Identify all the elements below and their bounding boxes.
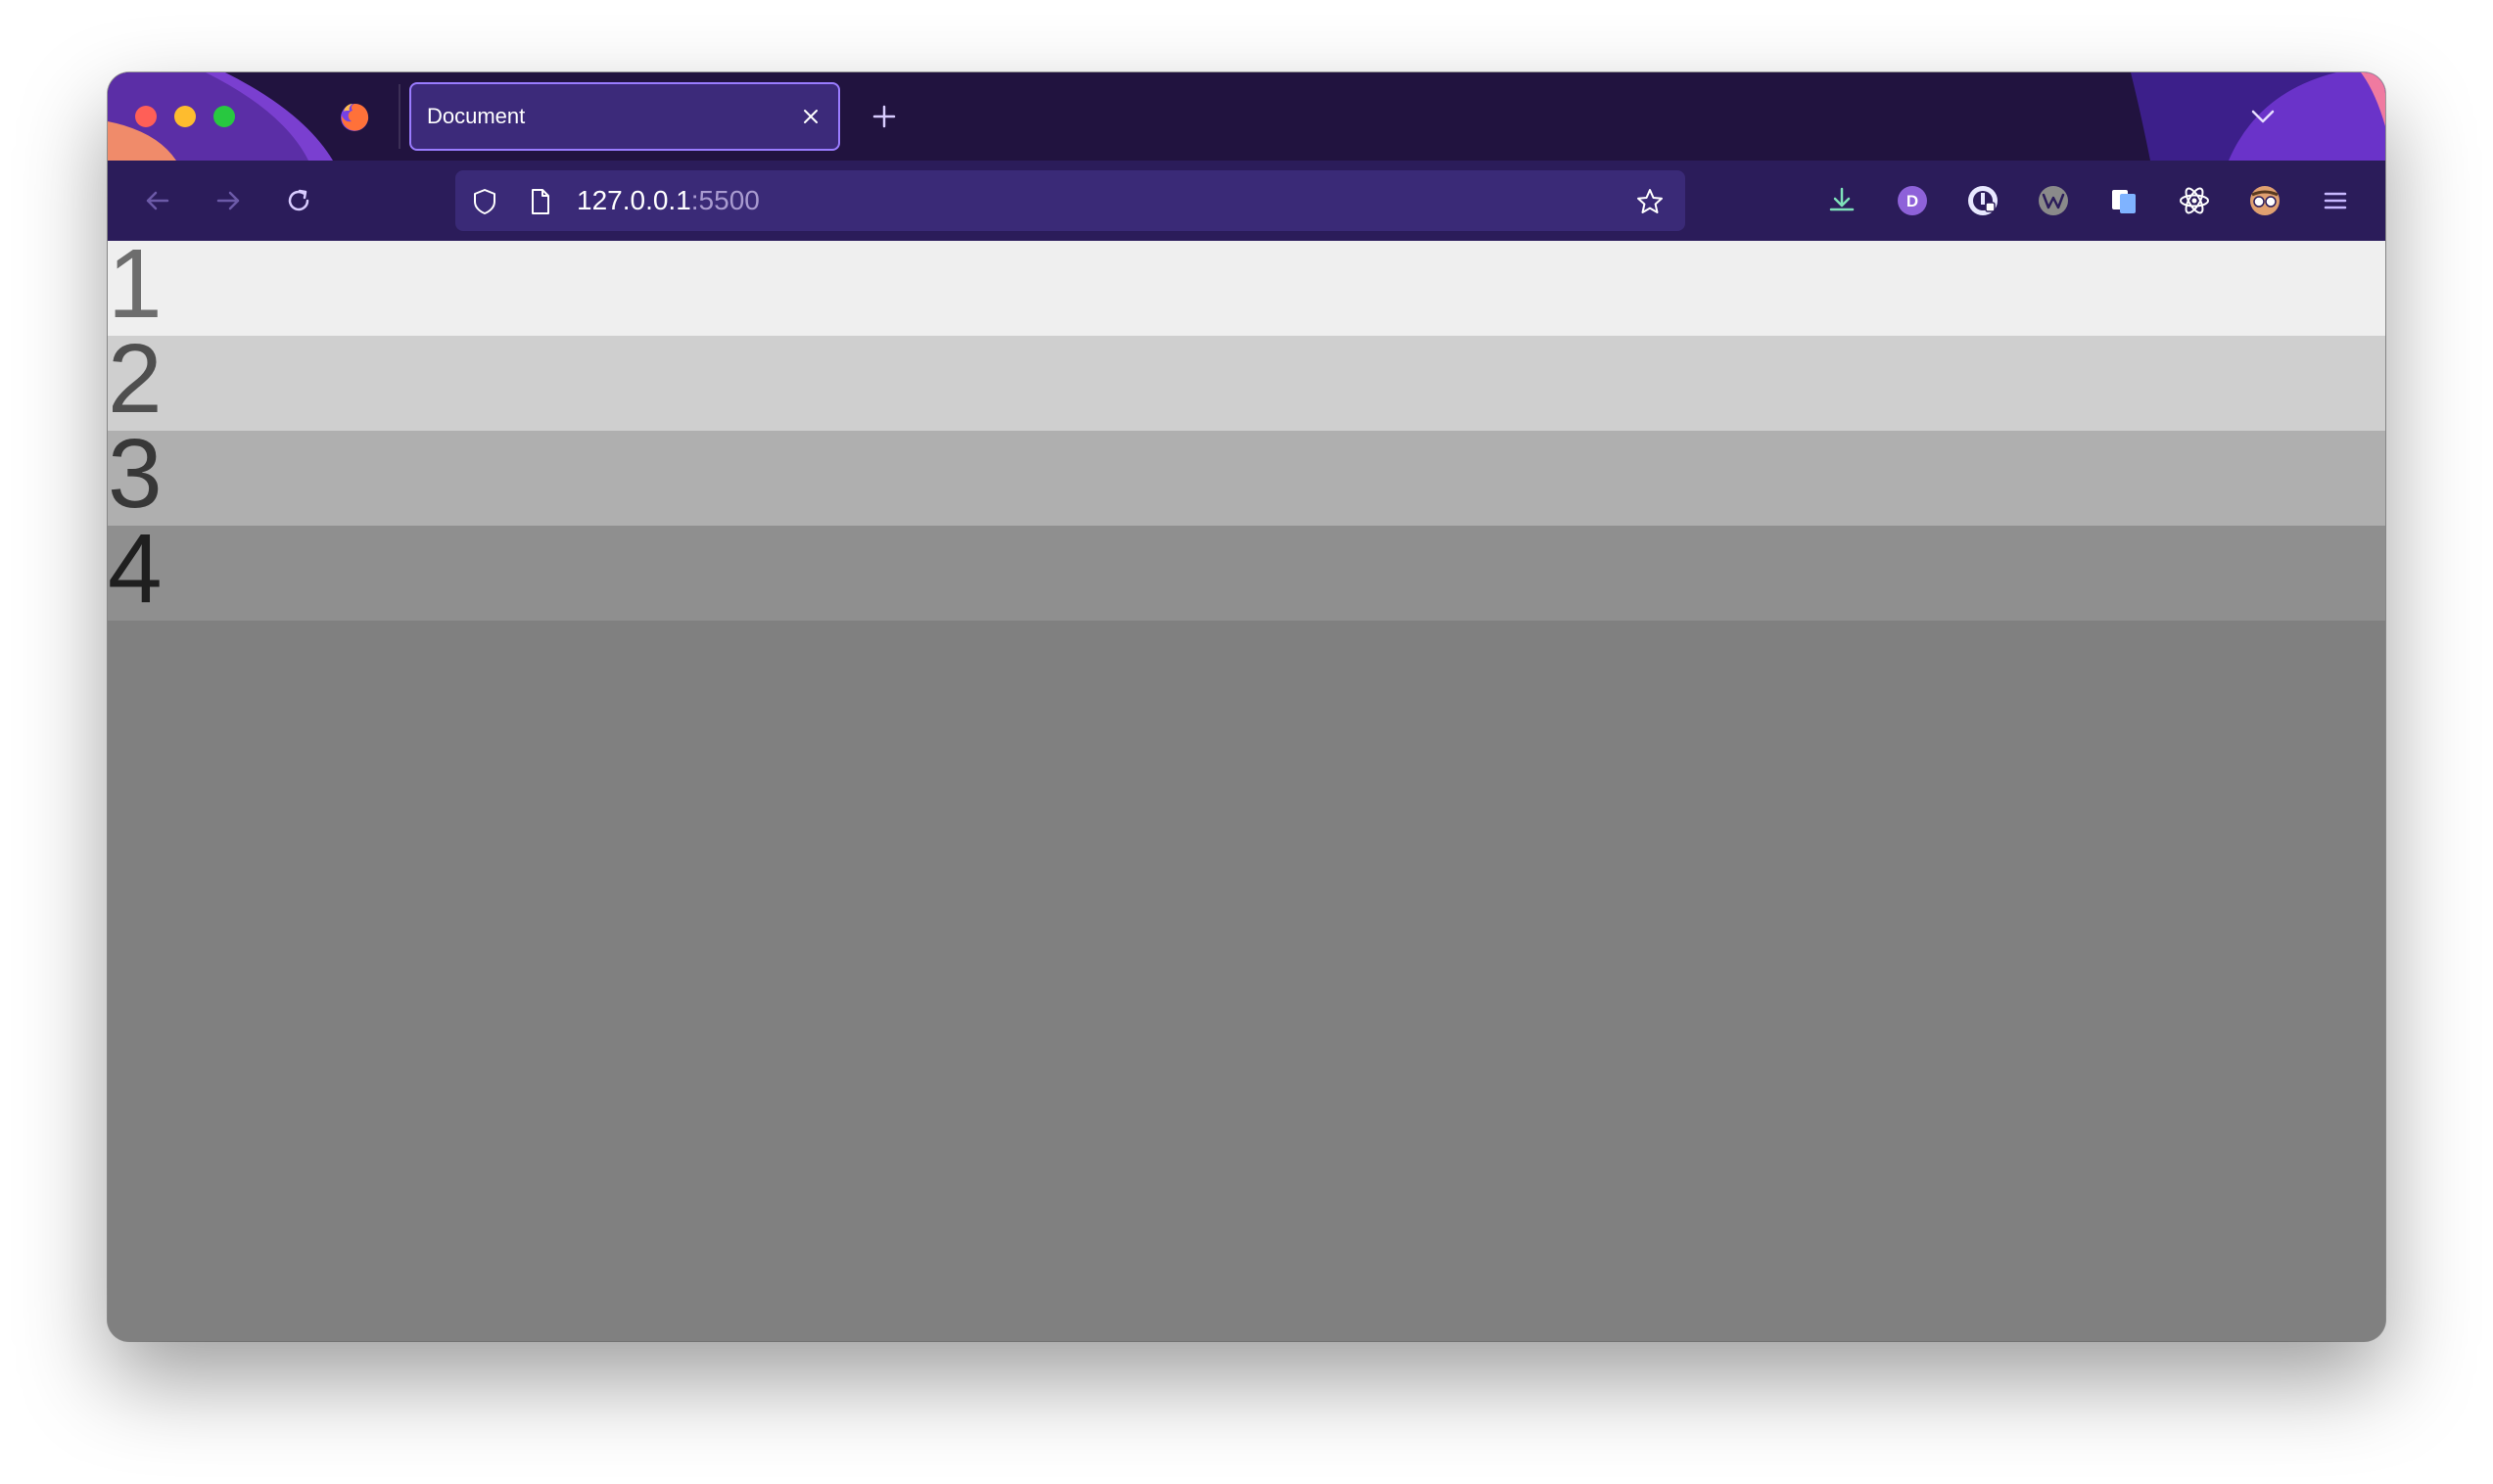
tab-title: Document [427,104,526,128]
extension-cards-icon[interactable] [2103,180,2144,221]
svg-text:D: D [1906,192,1918,210]
url-bar[interactable]: 127.0.0.1:5500 [455,170,1685,231]
extension-mask-icon[interactable] [2244,180,2285,221]
url-text[interactable]: 127.0.0.1:5500 [577,170,760,231]
reload-icon[interactable] [278,180,319,221]
nav-toolbar: 127.0.0.1:5500 D [108,161,2385,241]
extension-wave-icon[interactable] [2033,180,2074,221]
chevron-down-icon[interactable] [2244,98,2281,135]
plus-icon[interactable] [867,99,902,134]
row-number: 2 [108,336,163,431]
download-icon[interactable] [1821,180,1862,221]
minimize-window-button[interactable] [174,106,196,127]
page-content: 1 2 3 4 [108,241,2385,1341]
close-icon[interactable] [797,103,824,130]
arrow-right-icon[interactable] [208,180,249,221]
close-window-button[interactable] [135,106,157,127]
react-devtools-icon[interactable] [2174,180,2215,221]
url-host: 127.0.0.1 [577,185,691,215]
list-item: 1 [108,241,2385,336]
extension-vault-icon[interactable] [1962,180,2003,221]
firefox-icon[interactable] [338,100,371,133]
zoom-window-button[interactable] [213,106,235,127]
tab-strip: Document [108,72,2385,161]
list-item: 2 [108,336,2385,431]
tab-document[interactable]: Document [409,82,840,151]
row-number: 4 [108,526,163,621]
document-icon [532,189,549,214]
list-item: 3 [108,431,2385,526]
row-number: 1 [108,241,163,336]
tab-divider [399,84,400,149]
star-icon[interactable] [1634,186,1666,217]
shield-icon[interactable] [469,186,500,217]
browser-window: Document 127.0.0.1:5500 D 1 2 3 4 [108,72,2385,1341]
url-port: :5500 [690,185,760,215]
arrow-left-icon[interactable] [137,180,178,221]
row-number: 3 [108,431,163,526]
list-item: 4 [108,526,2385,621]
menu-icon[interactable] [2315,180,2356,221]
extension-d-icon[interactable]: D [1892,180,1933,221]
